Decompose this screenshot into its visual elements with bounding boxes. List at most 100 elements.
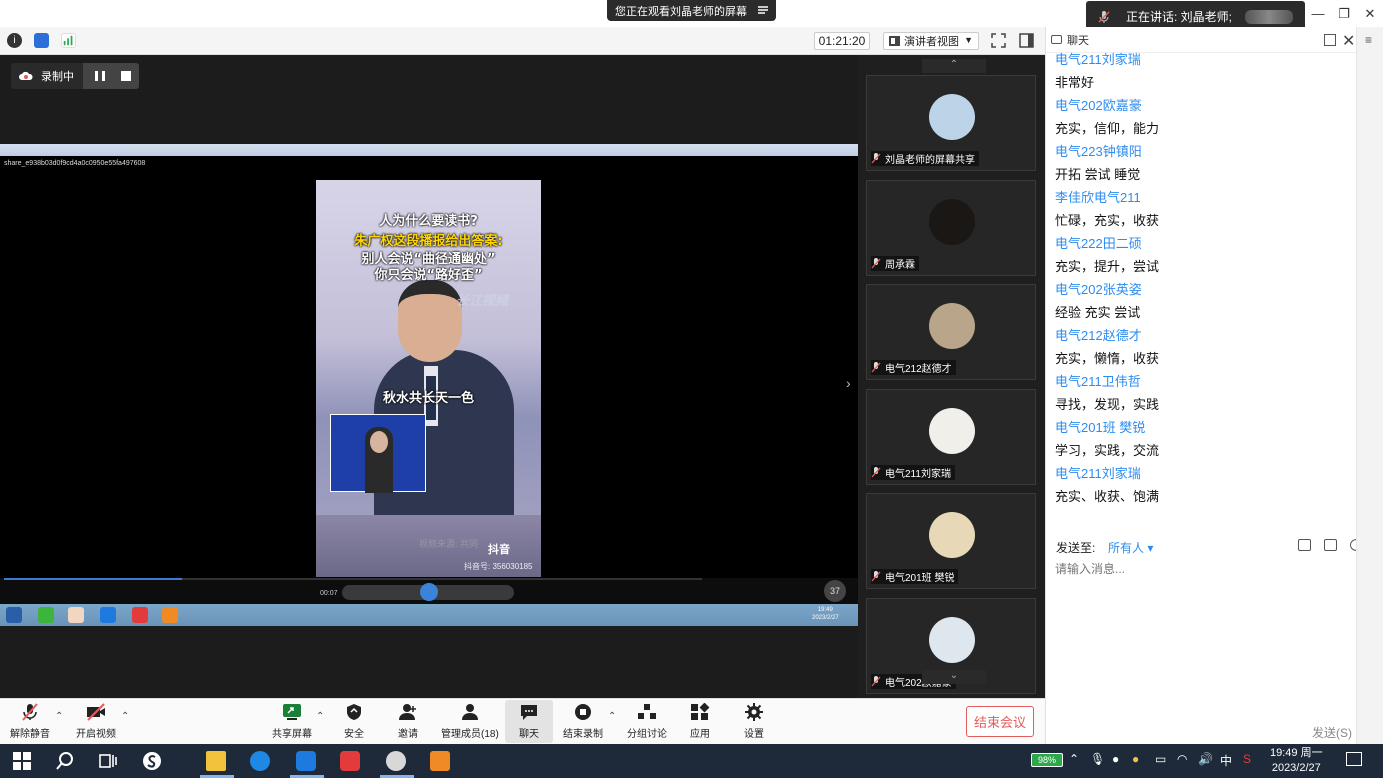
chat-sender[interactable]: 电气202欧嘉豪 (1055, 98, 1353, 121)
stop-recording-icon[interactable] (121, 71, 131, 81)
manage-participants-button[interactable]: 管理成员(18) (441, 703, 499, 743)
shield-icon[interactable] (34, 33, 49, 48)
audio-options-icon[interactable]: ⌃ (55, 711, 63, 722)
video-options-icon[interactable]: ⌃ (121, 711, 129, 722)
battery-tray-icon[interactable]: ▭ (1155, 752, 1166, 766)
search-icon[interactable] (55, 751, 75, 771)
apps-button[interactable]: 应用 (690, 703, 710, 743)
start-video-button[interactable]: 开启视频 (76, 703, 116, 743)
mic-tray-icon[interactable]: 🎙 (1090, 752, 1105, 766)
participant-tile[interactable]: 电气211刘家瑞 (866, 389, 1036, 485)
chat-header: 聊天 ✕ (1046, 27, 1383, 53)
participant-tile[interactable]: 电气212赵德才 (866, 284, 1036, 380)
breakout-button[interactable]: 分组讨论 (627, 703, 667, 743)
chat-sender[interactable]: 电气202张英姿 (1055, 282, 1353, 305)
chat-message-list[interactable]: 电气211刘家瑞 非常好 电气202欧嘉豪 充实，信仰，能力 电气223钟镇阳 开拓 尝试… (1055, 52, 1353, 522)
participant-name: 电气211刘家瑞 (885, 469, 951, 480)
recording-options-icon[interactable]: ⌃ (608, 711, 616, 722)
fullscreen-icon[interactable] (991, 33, 1006, 48)
wps-icon[interactable] (340, 751, 360, 771)
app-s-icon[interactable] (142, 751, 162, 771)
close-icon[interactable]: ✕ (1357, 0, 1383, 27)
restore-icon[interactable]: ❐ (1331, 0, 1357, 27)
os-taskbar: 98% ⌃ 🎙 ● ● ▭ ◠ 🔊 中 S 19:49 周一 2023/2/27 (0, 744, 1383, 778)
menu-icon[interactable] (756, 3, 770, 17)
info-icon[interactable]: i (7, 33, 22, 48)
notification-icon[interactable] (1346, 752, 1362, 766)
shared-clock-date: 2023/2/27 (812, 615, 839, 621)
wifi-icon[interactable]: ◠ (1177, 752, 1187, 766)
video-player-icon[interactable] (430, 751, 450, 771)
share-options-icon[interactable]: ⌃ (316, 711, 324, 722)
pause-recording-icon[interactable] (95, 71, 105, 81)
participant-name: 刘晶老师的屏幕共享 (885, 155, 975, 166)
ime-indicator[interactable]: 中 (1220, 752, 1232, 769)
browser-icon[interactable] (250, 751, 270, 771)
side-panel-icon[interactable] (1019, 33, 1034, 48)
avatar (929, 94, 975, 140)
video-off-icon (87, 703, 105, 721)
participant-name-tag: 电气211刘家瑞 (871, 465, 955, 480)
participant-tile[interactable]: 电气201班 樊锐 (866, 493, 1036, 589)
close-chat-icon[interactable]: ✕ (1342, 31, 1355, 51)
invite-button[interactable]: 邀请 (398, 703, 418, 743)
send-button[interactable]: 发送(S) (1312, 724, 1352, 741)
chat-sender[interactable]: 电气211卫伟哲 (1055, 374, 1353, 397)
send-target-dropdown[interactable]: 所有人 ▾ (1108, 539, 1153, 556)
gear-icon (745, 703, 763, 721)
window-controls: — ❐ ✕ (1305, 0, 1383, 27)
security-button[interactable]: 安全 (344, 703, 364, 743)
app-tray-icon[interactable]: ● (1132, 752, 1139, 766)
chat-sender[interactable]: 电气211刘家瑞 (1055, 466, 1353, 489)
chat-button[interactable]: 聊天 (519, 703, 539, 743)
settings-button[interactable]: 设置 (744, 703, 764, 743)
chat-sender[interactable]: 李佳欣电气211 (1055, 190, 1353, 213)
video-progress-bar[interactable] (4, 578, 702, 580)
participant-name-tag: 电气212赵德才 (871, 360, 956, 375)
viewing-banner[interactable]: 您正在观看刘晶老师的屏幕 (607, 0, 776, 21)
unmute-label: 解除静音 (10, 729, 50, 740)
player-speed-badge[interactable]: 37 (824, 580, 846, 602)
screenshot-icon[interactable] (1324, 539, 1337, 551)
minimize-icon[interactable]: — (1305, 0, 1331, 27)
apps-icon (691, 703, 710, 720)
chat-sender[interactable]: 电气222田二硕 (1055, 236, 1353, 259)
chat-input[interactable] (1055, 559, 1345, 579)
system-clock[interactable]: 19:49 周一 2023/2/27 (1270, 746, 1323, 776)
chat-sender[interactable]: 电气212赵德才 (1055, 328, 1353, 351)
capture-app-icon[interactable] (386, 751, 406, 771)
app-window: 您正在观看刘晶老师的屏幕 — ❐ ✕ 正在讲话: 刘晶老师; i 01:21:2… (0, 0, 1383, 778)
windows-start-icon[interactable] (12, 751, 32, 771)
popout-icon[interactable] (1324, 34, 1336, 46)
invite-label: 邀请 (398, 729, 418, 740)
shared-content: share_e938b03d0f9cd4a0c0950e55fa497608 长… (0, 144, 858, 626)
battery-indicator[interactable]: 98% (1031, 753, 1063, 767)
end-meeting-button[interactable]: 结束会议 (966, 706, 1034, 737)
chat-sender[interactable]: 电气201班 樊锐 (1055, 420, 1353, 443)
pause-icon[interactable] (420, 583, 438, 601)
chat-sender[interactable]: 电气211刘家瑞 (1055, 52, 1353, 75)
participant-tile[interactable]: 刘晶老师的屏幕共享 (866, 75, 1036, 171)
meeting-app-icon[interactable] (296, 751, 316, 771)
menu-icon[interactable]: ≡ (1365, 33, 1372, 47)
chevron-down-icon[interactable]: ⌄ (922, 670, 986, 684)
volume-icon[interactable]: 🔊 (1198, 752, 1213, 766)
speaker-view-dropdown[interactable]: 演讲者视图 ▼ (883, 32, 979, 50)
chevron-right-icon[interactable]: › (846, 375, 851, 391)
share-screen-button[interactable]: 共享屏幕 (272, 703, 312, 743)
unmute-button[interactable]: 解除静音 (10, 703, 50, 743)
shared-clock-time: 19:49 (817, 607, 833, 613)
participant-tile[interactable]: 周承霖 (866, 180, 1036, 276)
stop-recording-button[interactable]: 结束录制 (563, 703, 603, 743)
chat-message-text: 充实，提升，尝试 (1055, 259, 1160, 274)
file-explorer-icon[interactable] (206, 751, 226, 771)
chat-sender[interactable]: 电气223钟镇阳 (1055, 144, 1353, 167)
folder-icon[interactable] (1298, 539, 1311, 551)
signal-icon[interactable] (61, 33, 76, 48)
task-view-icon[interactable] (98, 751, 118, 771)
tray-expand-icon[interactable]: ⌃ (1069, 752, 1079, 766)
chevron-up-icon[interactable]: ⌃ (922, 59, 986, 73)
sogou-ime-icon[interactable]: S (1243, 752, 1251, 766)
qq-tray-icon[interactable]: ● (1112, 752, 1119, 766)
invite-user-icon (399, 704, 416, 720)
